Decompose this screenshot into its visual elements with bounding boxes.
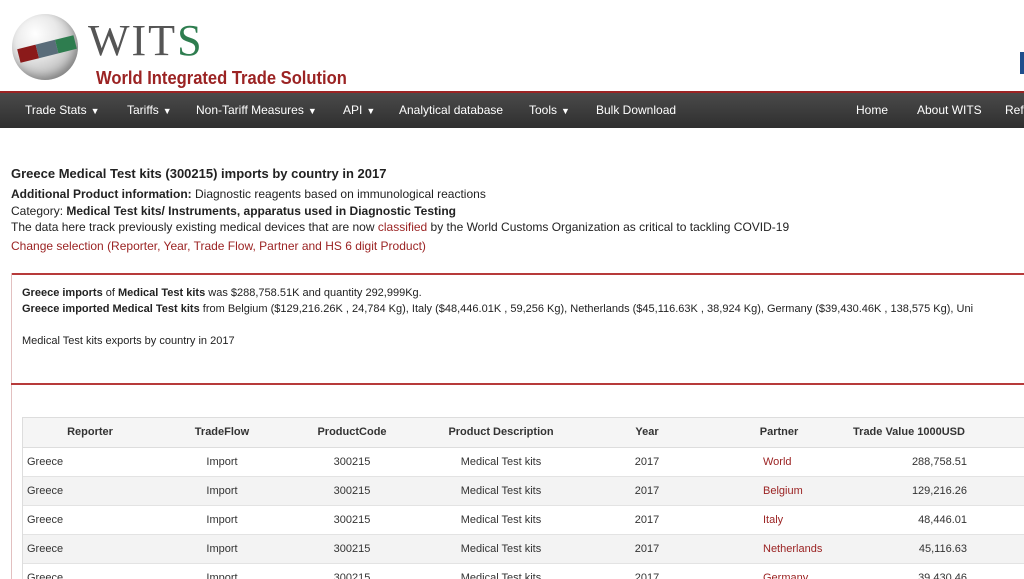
table-row: Greece Import 300215 Medical Test kits 2… bbox=[23, 477, 1024, 506]
partner-link[interactable]: Netherlands bbox=[709, 535, 849, 563]
cell-productcode: 300215 bbox=[333, 456, 371, 468]
cell-productcode: 300215 bbox=[333, 572, 371, 579]
cell-more bbox=[969, 477, 1024, 505]
covid-note: The data here track previously existing … bbox=[11, 220, 790, 234]
table-header: Reporter TradeFlow ProductCode Product D… bbox=[23, 417, 1024, 448]
cell-trade-value: 39,430.46 bbox=[918, 572, 967, 579]
caret-down-icon: ▼ bbox=[307, 106, 317, 116]
summary-line-2: Greece imported Medical Test kits from B… bbox=[22, 303, 974, 315]
cell-reporter: Greece bbox=[27, 572, 64, 579]
cell-reporter: Greece bbox=[27, 485, 64, 497]
cell-product-description: Medical Test kits bbox=[460, 485, 542, 497]
table-row: Greece Import 300215 Medical Test kits 2… bbox=[23, 506, 1024, 535]
cell-product-description: Medical Test kits bbox=[460, 572, 542, 579]
header-edge-icon[interactable] bbox=[1020, 52, 1024, 74]
summary-panel-border-top bbox=[11, 273, 1024, 275]
nav-item-tariffs[interactable]: Tariffs ▼ bbox=[127, 93, 172, 128]
cell-tradeflow: Import bbox=[206, 514, 238, 526]
cell-more bbox=[969, 506, 1024, 534]
cell-year: 2017 bbox=[634, 572, 660, 579]
cell-trade-value: 48,446.01 bbox=[918, 514, 967, 526]
main-nav: Trade Stats ▼ Tariffs ▼ Non-Tariff Measure… bbox=[0, 93, 1024, 128]
cell-trade-value: 129,216.26 bbox=[911, 485, 967, 497]
nav-item-trade-stats[interactable]: Trade Stats ▼ bbox=[25, 93, 100, 128]
globe-band bbox=[17, 35, 77, 63]
cell-tradeflow: Import bbox=[206, 485, 238, 497]
page-title: Greece Medical Test kits (300215) import… bbox=[11, 166, 387, 181]
col-tradeflow[interactable]: TradeFlow bbox=[157, 418, 287, 447]
cell-productcode: 300215 bbox=[333, 485, 371, 497]
table-row: Greece Import 300215 Medical Test kits 2… bbox=[23, 448, 1024, 477]
col-partner[interactable]: Partner bbox=[709, 418, 849, 447]
col-more[interactable] bbox=[969, 418, 1024, 447]
nav-item-analytical-database[interactable]: Analytical database bbox=[399, 93, 503, 128]
caret-down-icon: ▼ bbox=[366, 106, 376, 116]
site-header: WITS World Integrated Trade Solution bbox=[0, 0, 1024, 92]
change-selection-link[interactable]: Change selection (Reporter, Year, Trade … bbox=[11, 239, 426, 253]
classified-link[interactable]: classified bbox=[378, 220, 427, 234]
summary-line-1: Greece imports of Medical Test kits was … bbox=[22, 287, 422, 299]
cell-tradeflow: Import bbox=[206, 543, 238, 555]
col-trade-value[interactable]: Trade Value 1000USD bbox=[849, 418, 969, 447]
additional-info: Additional Product information: Diagnost… bbox=[11, 187, 486, 201]
cell-product-description: Medical Test kits bbox=[460, 514, 542, 526]
cell-year: 2017 bbox=[634, 514, 660, 526]
page: WITS World Integrated Trade Solution Tra… bbox=[0, 0, 1024, 579]
exports-by-country-link[interactable]: Medical Test kits exports by country in … bbox=[22, 335, 235, 347]
cell-more bbox=[969, 564, 1024, 579]
table-row: Greece Import 300215 Medical Test kits 2… bbox=[23, 535, 1024, 564]
caret-down-icon: ▼ bbox=[162, 106, 172, 116]
cell-reporter: Greece bbox=[27, 514, 64, 526]
nav-item-api[interactable]: API ▼ bbox=[343, 93, 375, 128]
partner-link[interactable]: Belgium bbox=[709, 477, 849, 505]
cell-trade-value: 288,758.51 bbox=[911, 456, 967, 468]
nav-item-ref[interactable]: Ref bbox=[1005, 93, 1024, 128]
nav-item-bulk-download[interactable]: Bulk Download bbox=[596, 93, 676, 128]
col-reporter[interactable]: Reporter bbox=[23, 418, 157, 447]
cell-productcode: 300215 bbox=[333, 543, 371, 555]
partner-link[interactable]: Germany bbox=[709, 564, 849, 579]
cell-reporter: Greece bbox=[27, 456, 64, 468]
cell-reporter: Greece bbox=[27, 543, 64, 555]
col-productcode[interactable]: ProductCode bbox=[287, 418, 417, 447]
summary-panel-border-left bbox=[11, 273, 12, 579]
nav-item-tools[interactable]: Tools ▼ bbox=[529, 93, 570, 128]
nav-item-about-wits[interactable]: About WITS bbox=[917, 93, 982, 128]
cell-tradeflow: Import bbox=[206, 572, 238, 579]
trade-table: Reporter TradeFlow ProductCode Product D… bbox=[22, 417, 1024, 579]
cell-tradeflow: Import bbox=[206, 456, 238, 468]
col-product-description[interactable]: Product Description bbox=[417, 418, 585, 447]
summary-panel-divider bbox=[11, 383, 1024, 385]
cell-year: 2017 bbox=[634, 485, 660, 497]
cell-year: 2017 bbox=[634, 456, 660, 468]
nav-item-non-tariff-measures[interactable]: Non-Tariff Measures ▼ bbox=[196, 93, 317, 128]
partner-link[interactable]: Italy bbox=[709, 506, 849, 534]
caret-down-icon: ▼ bbox=[561, 106, 570, 116]
cell-more bbox=[969, 448, 1024, 476]
caret-down-icon: ▼ bbox=[90, 106, 100, 116]
wits-logo-subtitle: World Integrated Trade Solution bbox=[96, 68, 347, 88]
cell-trade-value: 45,116.63 bbox=[918, 543, 967, 555]
wits-logo-text[interactable]: WITS bbox=[88, 18, 204, 64]
nav-item-home[interactable]: Home bbox=[856, 93, 888, 128]
cell-productcode: 300215 bbox=[333, 514, 371, 526]
cell-product-description: Medical Test kits bbox=[460, 456, 542, 468]
category-info: Category: Medical Test kits/ Instruments… bbox=[11, 204, 456, 218]
wits-globe-logo-icon[interactable] bbox=[12, 14, 78, 80]
partner-link[interactable]: World bbox=[709, 448, 849, 476]
table-row: Greece Import 300215 Medical Test kits 2… bbox=[23, 564, 1024, 579]
cell-year: 2017 bbox=[634, 543, 660, 555]
cell-product-description: Medical Test kits bbox=[460, 543, 542, 555]
col-year[interactable]: Year bbox=[585, 418, 709, 447]
cell-more bbox=[969, 535, 1024, 563]
